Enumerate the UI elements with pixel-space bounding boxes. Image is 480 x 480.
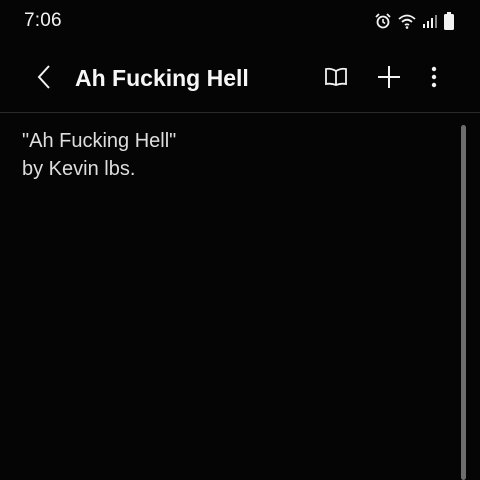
signal-icon bbox=[422, 13, 438, 29]
alarm-icon bbox=[374, 12, 392, 30]
page-title: Ah Fucking Hell bbox=[75, 65, 249, 91]
note-content[interactable]: "Ah Fucking Hell" by Kevin lbs. bbox=[22, 127, 442, 183]
note-line: "Ah Fucking Hell" bbox=[22, 130, 177, 152]
more-options-button[interactable] bbox=[417, 62, 451, 96]
back-button[interactable] bbox=[26, 62, 62, 96]
header-divider bbox=[0, 112, 480, 113]
status-icons bbox=[374, 11, 454, 31]
note-line: by Kevin lbs. bbox=[22, 158, 136, 180]
add-icon bbox=[377, 65, 401, 94]
scrollbar[interactable] bbox=[461, 125, 466, 480]
more-options-icon bbox=[431, 66, 437, 93]
battery-icon bbox=[444, 12, 454, 30]
back-icon bbox=[36, 64, 52, 95]
reading-mode-button[interactable] bbox=[319, 62, 353, 96]
status-time: 7:06 bbox=[24, 10, 62, 31]
wifi-icon bbox=[398, 13, 416, 29]
app-bar: Ah Fucking Hell bbox=[0, 50, 480, 108]
reading-mode-icon bbox=[324, 67, 348, 92]
status-bar: 7:06 bbox=[0, 0, 480, 44]
add-button[interactable] bbox=[372, 62, 406, 96]
